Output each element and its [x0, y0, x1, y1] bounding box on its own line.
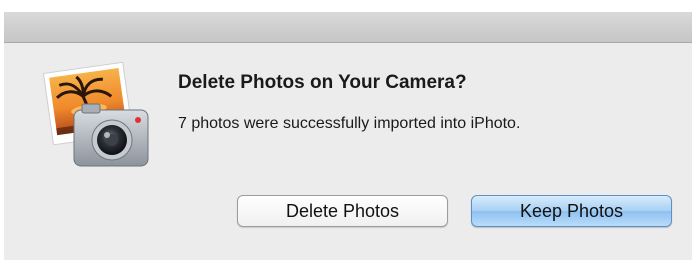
- window-titlebar[interactable]: [4, 12, 692, 43]
- delete-photos-button[interactable]: Delete Photos: [237, 195, 448, 227]
- iphoto-app-icon: [42, 61, 149, 167]
- alert-message: 7 photos were successfully imported into…: [178, 115, 521, 132]
- alert-title: Delete Photos on Your Camera?: [178, 72, 467, 93]
- keep-photos-button[interactable]: Keep Photos: [471, 195, 672, 227]
- background-strip: [0, 0, 692, 12]
